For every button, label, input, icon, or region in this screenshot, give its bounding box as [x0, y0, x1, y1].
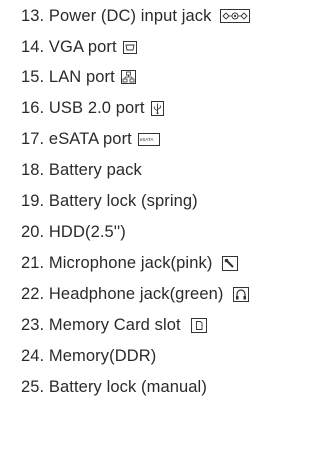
list-item: 21. Microphone jack(pink) — [21, 251, 239, 275]
usb-icon — [150, 100, 164, 116]
item-label: 21. Microphone jack(pink) — [21, 253, 213, 272]
list-item: 23. Memory Card slot — [21, 313, 207, 337]
item-label: 24. Memory(DDR) — [21, 346, 157, 365]
list-item: 19. Battery lock (spring) — [21, 189, 198, 213]
item-label: 20. HDD(2.5'') — [21, 222, 126, 241]
item-label: 16. USB 2.0 port — [21, 98, 145, 117]
item-label: 23. Memory Card slot — [21, 315, 181, 334]
list-item: 15. LAN port — [21, 65, 136, 89]
list-item: 24. Memory(DDR) — [21, 344, 156, 368]
dc-power-icon — [219, 9, 250, 23]
item-label: 15. LAN port — [21, 67, 115, 86]
list-item: 22. Headphone jack(green) — [21, 282, 250, 306]
item-label: 13. Power (DC) input jack — [21, 6, 212, 25]
list-item: 14. VGA port — [21, 35, 137, 59]
microphone-icon — [222, 255, 239, 271]
lan-icon — [120, 70, 136, 84]
item-label: 18. Battery pack — [21, 160, 142, 179]
headphone-icon — [233, 286, 250, 302]
item-label: 19. Battery lock (spring) — [21, 191, 198, 210]
item-label: 22. Headphone jack(green) — [21, 284, 224, 303]
list-item: 13. Power (DC) input jack — [21, 4, 250, 28]
esata-icon: eSATA — [137, 132, 160, 146]
vga-icon — [122, 40, 137, 54]
item-label: 25. Battery lock (manual) — [21, 377, 207, 396]
list-item: 25. Battery lock (manual) — [21, 375, 207, 399]
item-label: 14. VGA port — [21, 37, 117, 56]
list-item: 20. HDD(2.5'') — [21, 220, 126, 244]
list-item: 16. USB 2.0 port — [21, 96, 164, 120]
list-item: 17. eSATA port eSATA — [21, 127, 160, 151]
memory-card-icon — [190, 317, 207, 333]
item-label: 17. eSATA port — [21, 129, 132, 148]
list-item: 18. Battery pack — [21, 158, 142, 182]
